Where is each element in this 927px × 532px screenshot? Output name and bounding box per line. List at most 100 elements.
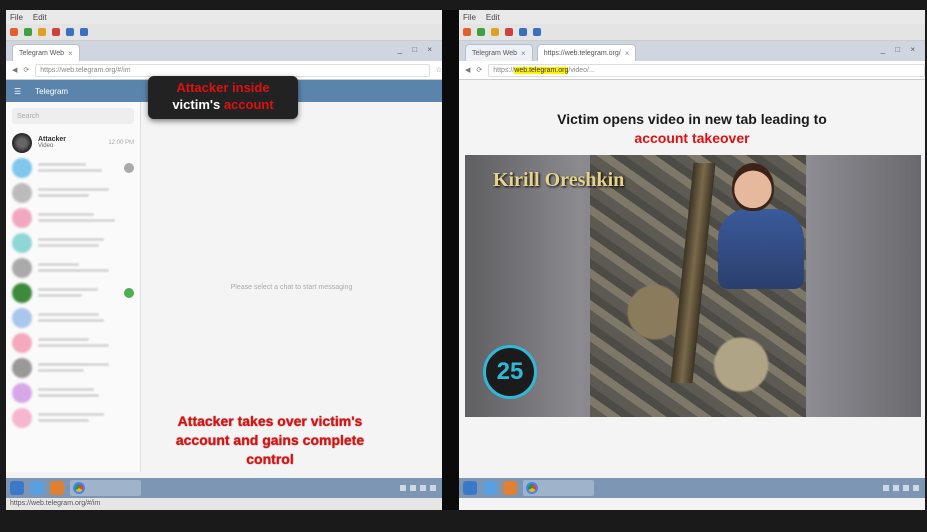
video-title: Kirill Oreshkin [493,169,625,191]
unread-badge [124,162,134,173]
ie-icon[interactable] [30,481,44,495]
toolbar [6,24,442,41]
system-tray [883,485,919,491]
callout-line2-red: account [223,97,274,112]
toolbar-icon-6[interactable] [80,28,88,36]
menu-bar: File Edit [6,10,442,24]
toolbar-icon-5[interactable] [66,28,74,36]
tab-telegram-web[interactable]: Telegram Web × [12,44,80,61]
toolbar-icon-3[interactable] [38,28,46,36]
toolbar-icon-2[interactable] [24,28,32,36]
takeover-line3: control [246,451,294,467]
list-item[interactable] [6,405,140,430]
chrome-icon [526,482,538,494]
toolbar [459,24,925,41]
chat-list: Search Attacker Video 12:00 PM [6,102,141,472]
video-player[interactable]: Kirill Oreshkin 25 [465,155,921,417]
search-input[interactable]: Search [12,108,134,124]
app-title: Telegram [35,86,69,96]
tab-strip: Telegram Web × _ □ × [6,41,442,61]
reload-icon[interactable]: ⟳ [23,66,29,74]
chrome-task-button[interactable] [70,480,141,496]
hamburger-icon[interactable]: ☰ [14,87,21,96]
url-text: https://web.telegram.org/#/im [40,66,131,74]
start-icon[interactable] [10,481,24,495]
toolbar-icon-1[interactable] [463,28,471,36]
avatar [12,332,32,353]
avatar [12,207,32,228]
taskbar [6,478,442,498]
chat-time: 12:00 PM [108,139,134,146]
taskbar [459,478,925,498]
back-icon[interactable]: ◀ [12,66,17,74]
menu-file[interactable]: File [10,13,23,22]
chat-row-attacker[interactable]: Attacker Video 12:00 PM [6,130,140,155]
victim-caption: Victim opens video in new tab leading to… [459,110,925,148]
start-icon[interactable] [463,481,477,495]
toolbar-icon-4[interactable] [505,28,513,36]
menu-edit[interactable]: Edit [486,13,500,22]
window-controls[interactable]: _ □ × [398,45,436,54]
list-item[interactable] [6,205,140,230]
victim-caption-line1: Victim opens video in new tab leading to [557,111,827,127]
avatar [12,132,32,153]
tab-label: Telegram Web [19,49,65,57]
callout-line2-prefix: victim's [172,97,224,112]
avatar [12,282,32,303]
face-shape [732,163,774,211]
tower-shape [670,163,716,383]
toolbar-icon-3[interactable] [491,28,499,36]
list-item[interactable] [6,355,140,380]
callout-line2: victim's account [148,96,298,113]
victim-browser-window: File Edit Telegram Web × https://web.tel… [459,10,925,510]
toolbar-icon-4[interactable] [52,28,60,36]
toolbar-icon-1[interactable] [10,28,18,36]
avatar [12,357,32,378]
list-item[interactable] [6,255,140,280]
list-item[interactable] [6,280,140,305]
firefox-icon[interactable] [50,481,64,495]
list-item[interactable] [6,305,140,330]
ie-icon[interactable] [483,481,497,495]
toolbar-icon-5[interactable] [519,28,527,36]
url-field[interactable]: https://web.telegram.org/video/... [488,63,925,77]
address-bar: ◀ ⟳ https://web.telegram.org/video/... [459,61,925,80]
close-tab-icon[interactable]: × [625,49,630,58]
list-item[interactable] [6,155,140,180]
takeover-line1: Attacker takes over victim's [177,413,363,429]
list-item[interactable] [6,230,140,255]
list-item[interactable] [6,330,140,355]
tab-label: https://web.telegram.org/ [543,49,621,57]
chrome-icon [73,482,85,494]
list-item[interactable] [6,180,140,205]
chrome-task-button[interactable] [523,480,594,496]
attacker-inside-callout: Attacker inside victim's account [148,76,298,119]
avatar [12,182,32,203]
menu-edit[interactable]: Edit [33,13,47,22]
url-field[interactable]: https://web.telegram.org/#/im [35,63,430,77]
tab-video[interactable]: https://web.telegram.org/ × [536,44,637,61]
menu-file[interactable]: File [463,13,476,22]
back-icon[interactable]: ◀ [465,66,470,74]
avatar [12,307,32,328]
toolbar-icon-6[interactable] [533,28,541,36]
chat-name: Attacker [38,136,67,143]
avatar [12,232,32,253]
empty-state-text: Please select a chat to start messaging [230,283,353,291]
close-tab-icon[interactable]: × [68,49,73,58]
system-tray [400,485,436,491]
close-tab-icon[interactable]: × [521,49,526,58]
tab-label: Telegram Web [472,49,518,57]
person-shape [718,209,804,289]
tab-telegram-web[interactable]: Telegram Web × [465,44,533,61]
reload-icon[interactable]: ⟳ [476,66,482,74]
firefox-icon[interactable] [503,481,517,495]
menu-bar: File Edit [459,10,925,24]
list-item[interactable] [6,380,140,405]
url-highlight: web.telegram.org [514,66,569,74]
toolbar-icon-2[interactable] [477,28,485,36]
pane-divider [442,10,459,510]
window-controls[interactable]: _ □ × [881,45,919,54]
unread-badge [124,287,134,298]
takeover-line2: account and gains complete [175,432,365,448]
